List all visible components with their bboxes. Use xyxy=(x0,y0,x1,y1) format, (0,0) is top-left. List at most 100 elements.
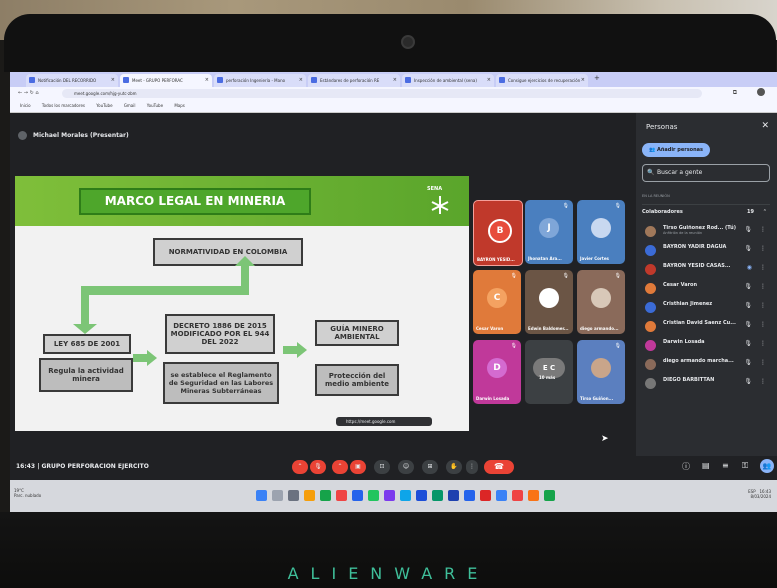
app-icon[interactable] xyxy=(528,490,539,501)
participant-tile-more[interactable]: E C 10 más xyxy=(525,340,573,404)
bookmark-item[interactable]: YouTube xyxy=(96,100,112,112)
participant-tile[interactable]: 🎙 Javier Cortes xyxy=(577,200,625,264)
forward-icon[interactable]: → xyxy=(24,90,28,96)
close-icon[interactable]: × xyxy=(299,74,303,87)
participant-tile[interactable]: 🎙 diego armando... xyxy=(577,270,625,334)
start-icon[interactable] xyxy=(256,490,267,501)
browser-tab[interactable]: Consigue ejercicios de recuperación × xyxy=(496,74,588,87)
participant-row[interactable]: Cristian David Saenz Cu... 🎙 ⋮ xyxy=(642,318,770,335)
weather-widget[interactable]: 19°C Parc. nublado xyxy=(14,488,41,498)
browser-tab[interactable]: perforación Ingeniería - Mano × xyxy=(214,74,306,87)
participant-tile[interactable]: 🎙 Tirso Guiñon... xyxy=(577,340,625,404)
app-icon[interactable] xyxy=(448,490,459,501)
info-icon[interactable]: ⓘ xyxy=(682,461,690,472)
participant-row[interactable]: BAYRON YADIR DAGUA 🎙 ⋮ xyxy=(642,242,770,259)
participant-row[interactable]: diego armando marcha... 🎙 ⋮ xyxy=(642,356,770,373)
bookmark-item[interactable]: Gmail xyxy=(124,100,136,112)
profile-avatar[interactable] xyxy=(757,88,765,96)
app-icon[interactable] xyxy=(496,490,507,501)
home-icon[interactable]: ⌂ xyxy=(35,90,38,96)
camera-options-button[interactable]: ⌃ xyxy=(332,460,348,474)
mic-options-button[interactable]: ⌃ xyxy=(292,460,308,474)
more-options-icon[interactable]: ⋮ xyxy=(760,245,766,252)
new-tab-icon[interactable]: + xyxy=(594,74,600,82)
mic-off-icon: 🎙 xyxy=(510,273,517,279)
bookmark-item[interactable]: YouTube xyxy=(147,100,163,112)
close-icon[interactable]: × xyxy=(111,74,115,87)
people-search-input[interactable]: 🔍 Buscar a gente xyxy=(642,164,770,182)
more-options-icon[interactable]: ⋮ xyxy=(760,340,766,347)
lock-icon[interactable]: ⚿ xyxy=(742,461,748,471)
sharing-url-chip[interactable]: https://meet.google.com xyxy=(336,417,432,426)
mic-toggle-button[interactable]: 🎙 xyxy=(310,460,326,474)
leave-call-button[interactable]: ☎ xyxy=(484,460,514,474)
participant-row[interactable]: DIEGO BARBITTAN 🎙 ⋮ xyxy=(642,375,770,392)
captions-button[interactable]: ⊡ xyxy=(374,460,390,474)
url-input[interactable]: meet.google.com/hjg-yutc-zbm xyxy=(62,89,702,98)
participant-row[interactable]: Cristhian Jimenez 🎙 ⋮ xyxy=(642,299,770,316)
bookmark-item[interactable]: Maps xyxy=(174,100,185,112)
participant-tile[interactable]: 🎙 D Darwin Losada xyxy=(473,340,521,404)
activities-icon[interactable]: ≡ xyxy=(722,461,729,470)
contributors-group-header[interactable]: Colaboradores 19 ⌃ xyxy=(642,204,770,219)
mail-icon[interactable] xyxy=(400,490,411,501)
participant-row[interactable]: Cesar Varon 🎙 ⋮ xyxy=(642,280,770,297)
system-tray[interactable]: ESP 16:43 8/03/2024 xyxy=(748,489,771,499)
participant-row[interactable]: Tirso Guiñonez Rod... (Tú) Anfitrión de l… xyxy=(642,223,770,240)
more-options-icon[interactable]: ⋮ xyxy=(760,302,766,309)
participant-tile[interactable]: 🎙 J Jhonatan Ara... xyxy=(525,200,573,264)
more-options-icon[interactable]: ⋮ xyxy=(760,378,766,385)
present-button[interactable]: ⊞ xyxy=(422,460,438,474)
task-view-icon[interactable] xyxy=(288,490,299,501)
participant-tile[interactable]: 🎙 C Cesar Varon xyxy=(473,270,521,334)
store-icon[interactable] xyxy=(416,490,427,501)
chrome-icon[interactable] xyxy=(320,490,331,501)
participant-tile[interactable]: 🎙 Edwin Baldomer... xyxy=(525,270,573,334)
arrow-down-icon xyxy=(73,324,97,334)
close-icon[interactable]: × xyxy=(581,74,585,87)
camera-toggle-button[interactable]: ▣ xyxy=(350,460,366,474)
browser-tab[interactable]: Notificación DEL RECORRIDO × xyxy=(26,74,118,87)
participant-avatar xyxy=(591,288,611,308)
raise-hand-button[interactable]: ✋ xyxy=(446,460,462,474)
more-options-button[interactable]: ⋮ xyxy=(466,460,478,474)
browser-tab[interactable]: Inspección de ambiental (sena) × xyxy=(402,74,494,87)
participant-row[interactable]: BAYRON YESID CASAS... ◉ ⋮ xyxy=(642,261,770,278)
app-icon[interactable] xyxy=(480,490,491,501)
participant-tile[interactable]: B BAYRON YESID... xyxy=(473,200,523,266)
browser-tab-active[interactable]: Meet - GRUPO PERFORAC × xyxy=(120,74,212,87)
add-people-button[interactable]: 👥 Añadir personas xyxy=(642,143,710,157)
app-icon[interactable] xyxy=(512,490,523,501)
close-icon[interactable]: × xyxy=(487,74,491,87)
more-options-icon[interactable]: ⋮ xyxy=(760,359,766,366)
more-options-icon[interactable]: ⋮ xyxy=(760,321,766,328)
browser-tab[interactable]: Estándares de perforación RE × xyxy=(308,74,400,87)
word-icon[interactable] xyxy=(352,490,363,501)
back-icon[interactable]: ← xyxy=(18,90,22,96)
browser-tab-strip: Notificación DEL RECORRIDO × Meet - GRUPO… xyxy=(10,72,777,87)
extensions-icon[interactable]: ⧉ xyxy=(733,89,737,97)
emoji-button[interactable]: ☺ xyxy=(398,460,414,474)
chrome-icon[interactable] xyxy=(544,490,555,501)
app-icon[interactable] xyxy=(336,490,347,501)
more-options-icon[interactable]: ⋮ xyxy=(760,264,766,271)
avatar xyxy=(645,321,656,332)
close-icon[interactable]: × xyxy=(393,74,397,87)
more-options-icon[interactable]: ⋮ xyxy=(760,283,766,290)
teams-icon[interactable] xyxy=(384,490,395,501)
participant-row[interactable]: Darwin Losada 🎙 ⋮ xyxy=(642,337,770,354)
more-options-icon[interactable]: ⋮ xyxy=(760,226,766,233)
close-icon[interactable]: × xyxy=(205,74,209,87)
app-icon[interactable] xyxy=(432,490,443,501)
participant-avatar xyxy=(591,218,611,238)
explorer-icon[interactable] xyxy=(304,490,315,501)
people-icon[interactable]: 👥 xyxy=(760,459,774,473)
search-icon[interactable] xyxy=(272,490,283,501)
app-icon[interactable] xyxy=(464,490,475,501)
bookmark-item[interactable]: Todos los marcadores xyxy=(42,100,85,112)
close-icon[interactable]: ✕ xyxy=(761,121,769,131)
bookmark-item[interactable]: Inicio xyxy=(20,100,31,112)
reload-icon[interactable]: ↻ xyxy=(30,90,34,96)
chat-icon[interactable]: ▤ xyxy=(702,461,710,470)
excel-icon[interactable] xyxy=(368,490,379,501)
